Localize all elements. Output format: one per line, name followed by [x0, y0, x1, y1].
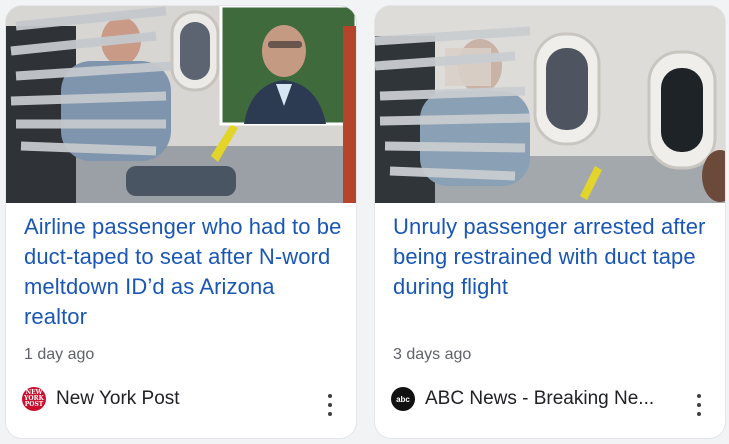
- news-card-2-thumbnail[interactable]: [375, 6, 725, 203]
- news-card-2[interactable]: Unruly passenger arrested after being re…: [375, 6, 725, 438]
- news-card-1-thumbnail[interactable]: [6, 6, 356, 203]
- more-options-icon[interactable]: [326, 394, 334, 416]
- news-card-1-headline[interactable]: Airline passenger who had to be duct-tap…: [24, 212, 342, 332]
- new-york-post-logo-icon: NEW YORK POST: [22, 387, 46, 411]
- news-card-2-timestamp: 3 days ago: [393, 346, 472, 363]
- news-photo-2: [375, 6, 725, 203]
- news-card-1[interactable]: Airline passenger who had to be duct-tap…: [6, 6, 356, 438]
- news-photo-1: [6, 6, 356, 203]
- news-card-1-source-name: New York Post: [56, 388, 180, 409]
- abc-news-logo-icon: abc: [391, 387, 415, 411]
- news-card-2-headline[interactable]: Unruly passenger arrested after being re…: [393, 212, 711, 302]
- news-card-strip: Airline passenger who had to be duct-tap…: [0, 0, 729, 444]
- news-card-2-source-name: ABC News - Breaking Ne...: [425, 388, 655, 409]
- news-card-1-source: NEW YORK POST New York Post: [22, 384, 180, 414]
- news-card-1-timestamp: 1 day ago: [24, 346, 95, 363]
- more-options-icon[interactable]: [695, 394, 703, 416]
- news-card-2-source: abc ABC News - Breaking Ne...: [391, 384, 654, 414]
